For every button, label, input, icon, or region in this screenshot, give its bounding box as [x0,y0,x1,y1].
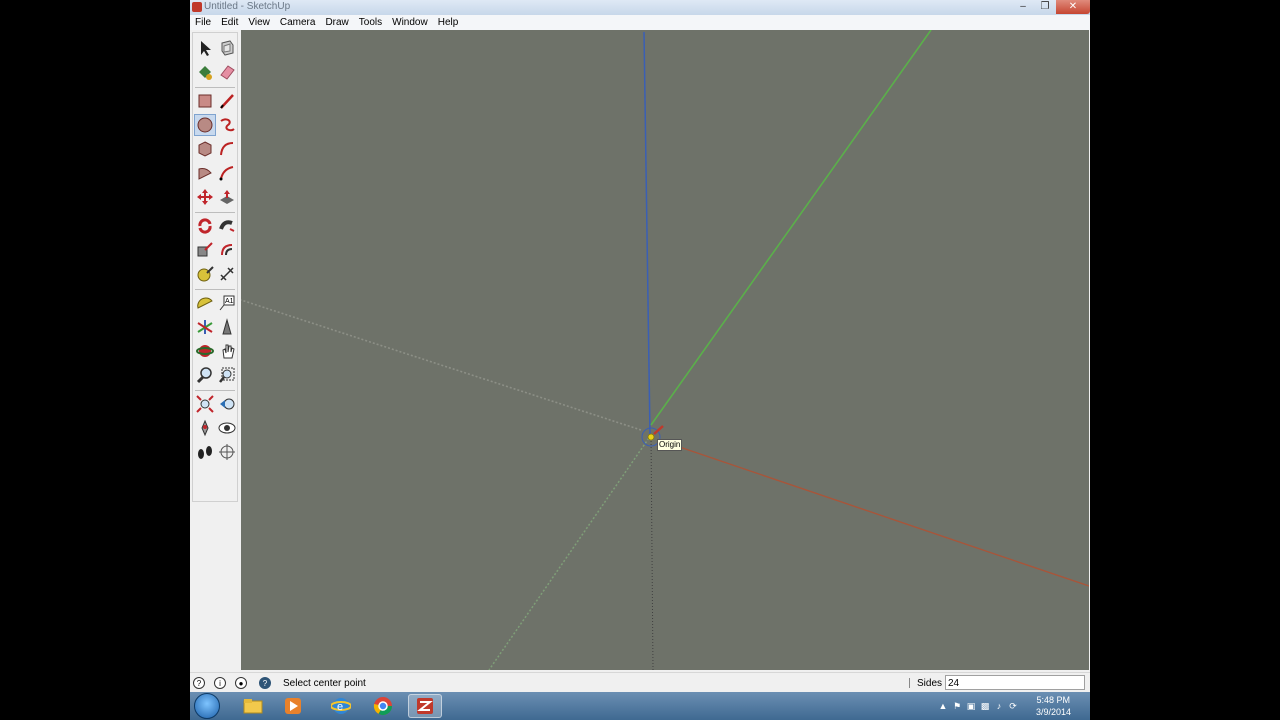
previous-view-icon[interactable] [216,393,238,415]
polygon-icon[interactable] [194,138,216,160]
make-component-icon[interactable] [216,37,238,59]
svg-text:e: e [337,701,343,713]
volume-icon[interactable]: ♪ [994,701,1004,711]
show-hidden-icons-icon[interactable]: ▲ [938,701,948,711]
clock-date[interactable]: 3/9/2014 [1036,707,1071,717]
freehand-icon[interactable] [216,114,238,136]
red-axis [658,439,1089,587]
blue-axis-negative [650,434,654,670]
restore-icon[interactable]: ❐ [1034,0,1056,14]
dimension-icon[interactable] [216,263,238,285]
sketchup-window: Untitled - SketchUp – ❐ ✕ File Edit View… [190,0,1090,693]
menu-tools[interactable]: Tools [354,15,387,30]
chrome-icon[interactable] [366,694,400,718]
measurements-input[interactable]: 24 [945,675,1085,690]
menu-window[interactable]: Window [387,15,433,30]
window-title: Untitled - SketchUp [204,1,291,12]
position-camera-icon[interactable] [194,417,216,439]
blue-axis [643,31,651,436]
green-axis [650,30,932,426]
user-icon[interactable]: ● [235,677,247,689]
sketchup-app-icon [192,2,202,12]
follow-me-icon[interactable] [216,215,238,237]
svg-text:A1: A1 [225,298,234,305]
menu-help[interactable]: Help [433,15,464,30]
windows-taskbar: e ▲ ⚑ ▣ ▩ ♪ ⟳ 5:48 PM 3/9/2014 [190,692,1090,720]
menu-edit[interactable]: Edit [216,15,243,30]
arc-icon[interactable] [216,138,238,160]
media-player-icon[interactable] [276,694,310,718]
ie-icon[interactable]: e [324,694,358,718]
close-icon[interactable]: ✕ [1056,0,1090,14]
help-icon[interactable]: ? [193,677,205,689]
geolocation-icon[interactable]: ? [259,677,271,689]
toolbar-separator [195,390,235,391]
menu-draw[interactable]: Draw [320,15,353,30]
menu-view[interactable]: View [243,15,275,30]
toolbar-separator [195,289,235,290]
sketchup-icon[interactable] [408,694,442,718]
protractor-icon[interactable] [194,292,216,314]
zoom-icon[interactable] [194,364,216,386]
clock-time[interactable]: 5:48 PM [1036,695,1070,705]
system-tray: ▲ ⚑ ▣ ▩ ♪ ⟳ 5:48 PM 3/9/2014 [930,692,1090,720]
status-message: Select center point [283,678,366,689]
title-bar: Untitled - SketchUp – ❐ ✕ [190,0,1090,15]
pie-icon[interactable] [194,162,216,184]
axes-canvas [241,30,1089,670]
eraser-icon[interactable] [216,61,238,83]
push-pull-icon[interactable] [216,186,238,208]
sync-icon[interactable]: ⟳ [1008,701,1018,711]
line-icon[interactable] [216,90,238,112]
offset-icon[interactable] [216,239,238,261]
orbit-icon[interactable] [194,340,216,362]
minimize-icon[interactable]: – [1012,0,1034,14]
zoom-extents-icon[interactable] [194,393,216,415]
green-axis-negative [488,434,652,670]
section-plane-icon[interactable] [216,441,238,463]
move-icon[interactable] [194,186,216,208]
3d-text-icon[interactable] [216,316,238,338]
look-around-icon[interactable] [216,417,238,439]
menu-camera[interactable]: Camera [275,15,321,30]
drawing-area[interactable]: Origin [241,30,1089,670]
start-button[interactable] [194,693,220,719]
network-icon[interactable]: ▩ [980,701,990,711]
action-center-flag-icon[interactable]: ⚑ [952,701,962,711]
large-tool-set: A1 [192,32,238,502]
tape-measure-icon[interactable] [194,263,216,285]
rectangle-icon[interactable] [194,90,216,112]
menu-file[interactable]: File [190,15,216,30]
window-controls: – ❐ ✕ [1012,0,1090,15]
text-icon[interactable]: A1 [216,292,238,314]
toolbar-separator [195,87,235,88]
menu-bar: File Edit View Camera Draw Tools Window … [190,15,1090,30]
measurements-label: Sides [917,678,943,689]
scale-icon[interactable] [194,239,216,261]
select-icon[interactable] [194,37,216,59]
axes-icon[interactable] [194,316,216,338]
file-explorer-icon[interactable] [236,694,270,718]
inference-tooltip: Origin [657,439,683,451]
zoom-window-icon[interactable] [216,364,238,386]
walk-icon[interactable] [194,441,216,463]
toolbar-separator [195,212,235,213]
two-point-arc-icon[interactable] [216,162,238,184]
info-icon[interactable]: i [214,677,226,689]
usb-device-icon[interactable]: ▣ [966,701,976,711]
origin-snap-point [647,433,655,441]
rotate-icon[interactable] [194,215,216,237]
status-divider [909,678,910,688]
status-bar: ? i ● ? Select center point Sides 24 [190,672,1090,693]
red-axis-negative [241,299,642,431]
paint-bucket-icon[interactable] [194,61,216,83]
circle-icon[interactable] [194,114,216,136]
pan-icon[interactable] [216,340,238,362]
